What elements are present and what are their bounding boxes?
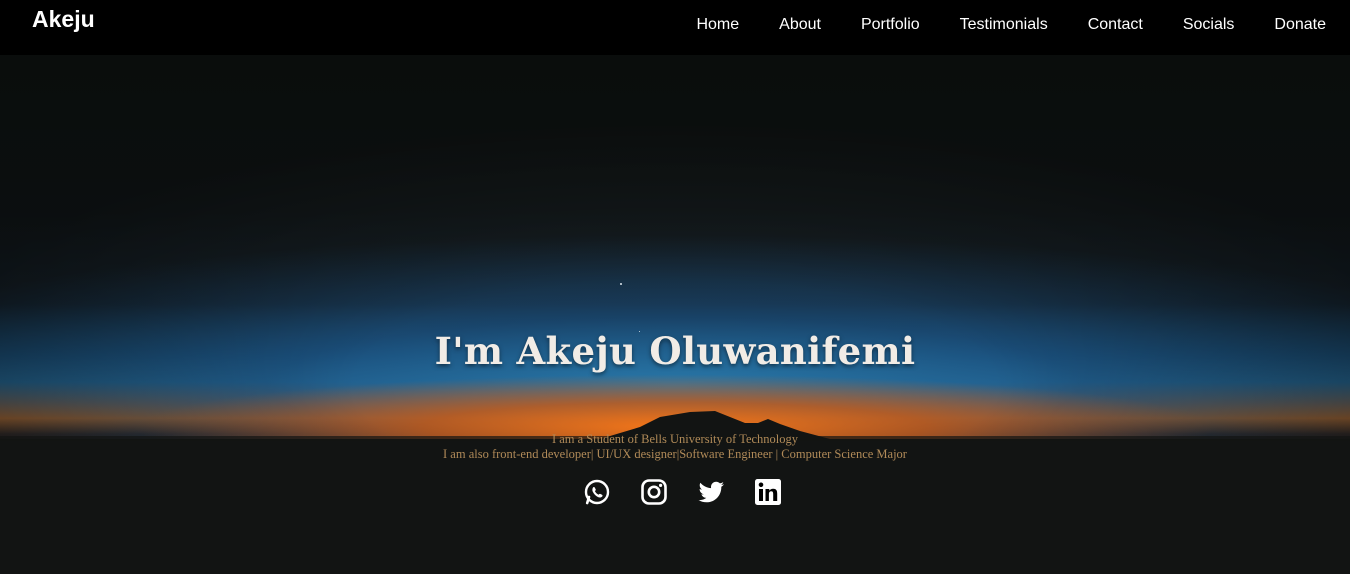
social-links: [583, 478, 782, 506]
twitter-icon[interactable]: [697, 478, 725, 506]
hero-headline: I'm Akeju Oluwanifemi: [434, 329, 916, 373]
nav-link-portfolio[interactable]: Portfolio: [861, 16, 920, 34]
linkedin-icon[interactable]: [754, 478, 782, 506]
nav-link-contact[interactable]: Contact: [1088, 16, 1143, 34]
navbar: Akeju Home About Portfolio Testimonials …: [0, 0, 1350, 55]
nav-link-home[interactable]: Home: [696, 16, 739, 34]
instagram-icon[interactable]: [640, 478, 668, 506]
nav-link-donate[interactable]: Donate: [1274, 16, 1326, 34]
nav-link-about[interactable]: About: [779, 16, 821, 34]
whatsapp-icon[interactable]: [583, 478, 611, 506]
nav-link-testimonials[interactable]: Testimonials: [960, 16, 1048, 34]
nav-links: Home About Portfolio Testimonials Contac…: [656, 16, 1326, 34]
nav-link-socials[interactable]: Socials: [1183, 16, 1235, 34]
hero-section: I'm Akeju Oluwanifemi I am a Student of …: [0, 55, 1350, 574]
brand-logo[interactable]: Akeju: [32, 6, 95, 33]
hero-subtitle-roles: I am also front-end developer| UI/UX des…: [443, 447, 907, 461]
hero-subtitle-school: I am a Student of Bells University of Te…: [551, 432, 799, 446]
